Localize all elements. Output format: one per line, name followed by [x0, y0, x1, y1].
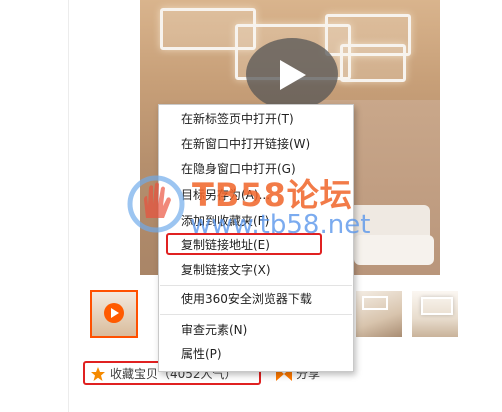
watermark-url: www.tb58.net [190, 210, 371, 240]
menu-separator [160, 314, 352, 315]
menu-item-copy-link-text[interactable]: 复制链接文字(X) [181, 262, 271, 278]
left-divider [68, 0, 69, 412]
menu-item-open-new-tab[interactable]: 在新标签页中打开(T) [181, 111, 294, 127]
play-icon [280, 60, 306, 90]
thumbnail-image[interactable] [356, 291, 402, 337]
menu-item-download-360[interactable]: 使用360安全浏览器下载 [181, 291, 312, 307]
thumbnail-image[interactable] [412, 291, 458, 337]
menu-separator [160, 285, 352, 286]
menu-item-properties[interactable]: 属性(P) [181, 346, 222, 362]
hand-logo-icon [127, 175, 185, 233]
play-icon [104, 303, 124, 323]
menu-item-open-new-window[interactable]: 在新窗口中打开链接(W) [181, 136, 310, 152]
thumbnail-video[interactable] [90, 290, 138, 338]
ceiling-lamp-panel [340, 44, 406, 82]
video-play-button[interactable] [246, 38, 338, 110]
menu-item-inspect-element[interactable]: 审查元素(N) [181, 322, 247, 338]
star-icon[interactable] [90, 366, 106, 382]
